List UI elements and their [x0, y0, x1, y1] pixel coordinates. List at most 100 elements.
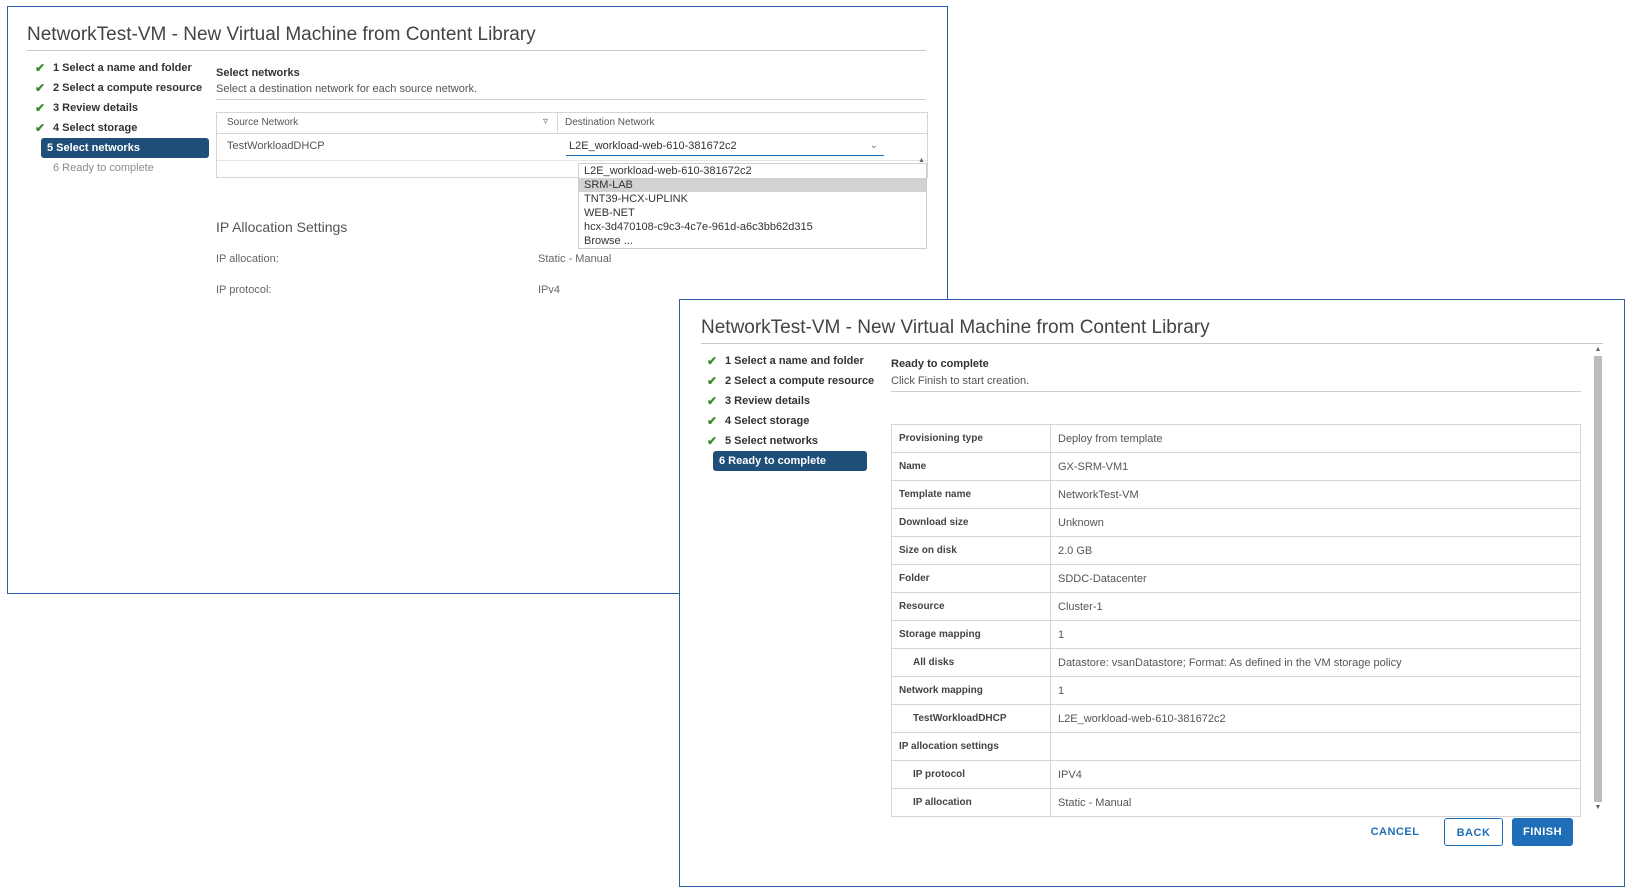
- table-row: Name GX-SRM-VM1: [891, 452, 1581, 481]
- summary-table: Provisioning type Deploy from template Nam…: [891, 424, 1581, 817]
- chevron-down-icon[interactable]: ⌄: [870, 136, 878, 156]
- section-title: Ready to complete: [891, 358, 989, 370]
- summary-key: TestWorkloadDHCP: [891, 704, 1051, 733]
- summary-value: SDDC-Datacenter: [1050, 564, 1581, 593]
- wizard-step-5[interactable]: ✔ 5 Select networks: [701, 431, 867, 451]
- dropdown-option[interactable]: WEB-NET: [579, 206, 926, 220]
- checkmark-icon: ✔: [35, 121, 46, 135]
- grid-header: Source Network ▿ Destination Network: [217, 113, 927, 134]
- checkmark-icon: ✔: [707, 354, 718, 368]
- filter-icon[interactable]: ▿: [543, 116, 548, 127]
- summary-value: Cluster-1: [1050, 592, 1581, 621]
- table-row: TestWorkloadDHCP L2E_workload-web-610-381…: [891, 704, 1581, 733]
- summary-key: Folder: [891, 564, 1051, 593]
- summary-key: Network mapping: [891, 676, 1051, 705]
- wizard-step-label: 5 Select networks: [725, 435, 818, 447]
- table-row: Storage mapping 1: [891, 620, 1581, 649]
- summary-value: Datastore: vsanDatastore; Format: As def…: [1050, 648, 1581, 677]
- summary-value: IPV4: [1050, 760, 1581, 789]
- dialog-title: NetworkTest-VM - New Virtual Machine fro…: [27, 24, 536, 45]
- ip-protocol-value: IPv4: [538, 284, 561, 296]
- wizard-step-label: 2 Select a compute resource: [53, 82, 203, 94]
- wizard-step-label: 3 Review details: [53, 102, 138, 114]
- wizard-step-label: 1 Select a name and folder: [53, 62, 192, 74]
- wizard-step-label: 6 Ready to complete: [53, 162, 154, 174]
- wizard-step-4[interactable]: ✔ 4 Select storage: [29, 118, 209, 138]
- table-row: Resource Cluster-1: [891, 592, 1581, 621]
- column-source-network[interactable]: Source Network: [227, 117, 298, 128]
- table-row: Provisioning type Deploy from template: [891, 424, 1581, 453]
- checkmark-icon: ✔: [35, 101, 46, 115]
- wizard-step-5[interactable]: 5 Select networks: [41, 138, 209, 158]
- table-row: Template name NetworkTest-VM: [891, 480, 1581, 509]
- summary-value: Unknown: [1050, 508, 1581, 537]
- table-row[interactable]: TestWorkloadDHCP L2E_workload-web-610-38…: [217, 134, 927, 173]
- summary-key: IP allocation: [891, 788, 1051, 817]
- dialog-title: NetworkTest-VM - New Virtual Machine fro…: [701, 317, 1210, 338]
- section-subtitle: Click Finish to start creation.: [891, 375, 1030, 387]
- wizard-step-1[interactable]: ✔ 1 Select a name and folder: [701, 351, 867, 371]
- table-row: Network mapping 1: [891, 676, 1581, 705]
- summary-value: [1050, 732, 1581, 761]
- checkmark-icon: ✔: [707, 414, 718, 428]
- summary-key: Name: [891, 452, 1051, 481]
- title-divider: [701, 343, 1603, 344]
- wizard-step-3[interactable]: ✔ 3 Review details: [29, 98, 209, 118]
- destination-network-dropdown[interactable]: L2E_workload-web-610-381672c2 SRM-LAB TNT3…: [578, 163, 927, 249]
- section-title: Select networks: [216, 67, 300, 79]
- summary-value: 1: [1050, 676, 1581, 705]
- dropdown-option[interactable]: L2E_workload-web-610-381672c2: [579, 164, 926, 178]
- summary-value: Static - Manual: [1050, 788, 1581, 817]
- wizard-step-label: 4 Select storage: [53, 122, 138, 134]
- wizard-step-2[interactable]: ✔ 2 Select a compute resource: [29, 78, 209, 98]
- summary-key: IP allocation settings: [891, 732, 1051, 761]
- wizard-step-label: 3 Review details: [725, 395, 810, 407]
- ip-protocol-label: IP protocol:: [216, 284, 272, 296]
- summary-key: All disks: [891, 648, 1051, 677]
- destination-network-select[interactable]: L2E_workload-web-610-381672c2 ⌄: [566, 136, 884, 156]
- scroll-up-arrow[interactable]: ▲: [1593, 346, 1603, 353]
- wizard-step-4[interactable]: ✔ 4 Select storage: [701, 411, 867, 431]
- wizard-step-label: 2 Select a compute resource: [725, 375, 875, 387]
- vertical-scrollbar[interactable]: ▲ ▼: [1593, 346, 1603, 811]
- cancel-button[interactable]: CANCEL: [1365, 818, 1425, 846]
- table-row: IP allocation Static - Manual: [891, 788, 1581, 817]
- back-button[interactable]: BACK: [1444, 818, 1503, 846]
- dropdown-option[interactable]: SRM-LAB: [579, 178, 926, 192]
- wizard-step-6: 6 Ready to complete: [29, 158, 209, 178]
- wizard-step-label: 5 Select networks: [47, 142, 140, 154]
- checkmark-icon: ✔: [707, 434, 718, 448]
- source-network-cell: TestWorkloadDHCP: [227, 140, 325, 152]
- column-destination-network[interactable]: Destination Network: [565, 117, 654, 128]
- ready-to-complete-dialog: NetworkTest-VM - New Virtual Machine fro…: [679, 299, 1625, 887]
- finish-button[interactable]: FINISH: [1512, 818, 1573, 846]
- summary-key: Template name: [891, 480, 1051, 509]
- wizard-step-label: 1 Select a name and folder: [725, 355, 864, 367]
- wizard-step-label: 6 Ready to complete: [719, 455, 826, 467]
- wizard-step-3[interactable]: ✔ 3 Review details: [701, 391, 867, 411]
- section-divider: [891, 391, 1581, 392]
- dropdown-option[interactable]: Browse ...: [579, 234, 926, 248]
- summary-value: L2E_workload-web-610-381672c2: [1050, 704, 1581, 733]
- destination-network-value: L2E_workload-web-610-381672c2: [569, 140, 737, 152]
- dropdown-option[interactable]: TNT39-HCX-UPLINK: [579, 192, 926, 206]
- summary-key: Size on disk: [891, 536, 1051, 565]
- wizard-step-2[interactable]: ✔ 2 Select a compute resource: [701, 371, 874, 391]
- summary-key: Resource: [891, 592, 1051, 621]
- table-row: All disks Datastore: vsanDatastore; Forma…: [891, 648, 1581, 677]
- wizard-steps: ✔ 1 Select a name and folder ✔ 2 Select a c…: [29, 58, 209, 178]
- ip-allocation-label: IP allocation:: [216, 253, 279, 265]
- checkmark-icon: ✔: [707, 374, 718, 388]
- scrollbar-thumb[interactable]: [1594, 356, 1602, 802]
- section-subtitle: Select a destination network for each so…: [216, 83, 478, 95]
- ip-allocation-value: Static - Manual: [538, 253, 612, 265]
- wizard-step-1[interactable]: ✔ 1 Select a name and folder: [29, 58, 209, 78]
- checkmark-icon: ✔: [707, 394, 718, 408]
- summary-key: Download size: [891, 508, 1051, 537]
- summary-value: 1: [1050, 620, 1581, 649]
- scroll-down-arrow[interactable]: ▼: [1593, 804, 1603, 811]
- summary-value: GX-SRM-VM1: [1050, 452, 1581, 481]
- table-row: IP protocol IPV4: [891, 760, 1581, 789]
- dropdown-option[interactable]: hcx-3d470108-c9c3-4c7e-961d-a6c3bb62d315: [579, 220, 926, 234]
- wizard-step-6[interactable]: 6 Ready to complete: [713, 451, 867, 471]
